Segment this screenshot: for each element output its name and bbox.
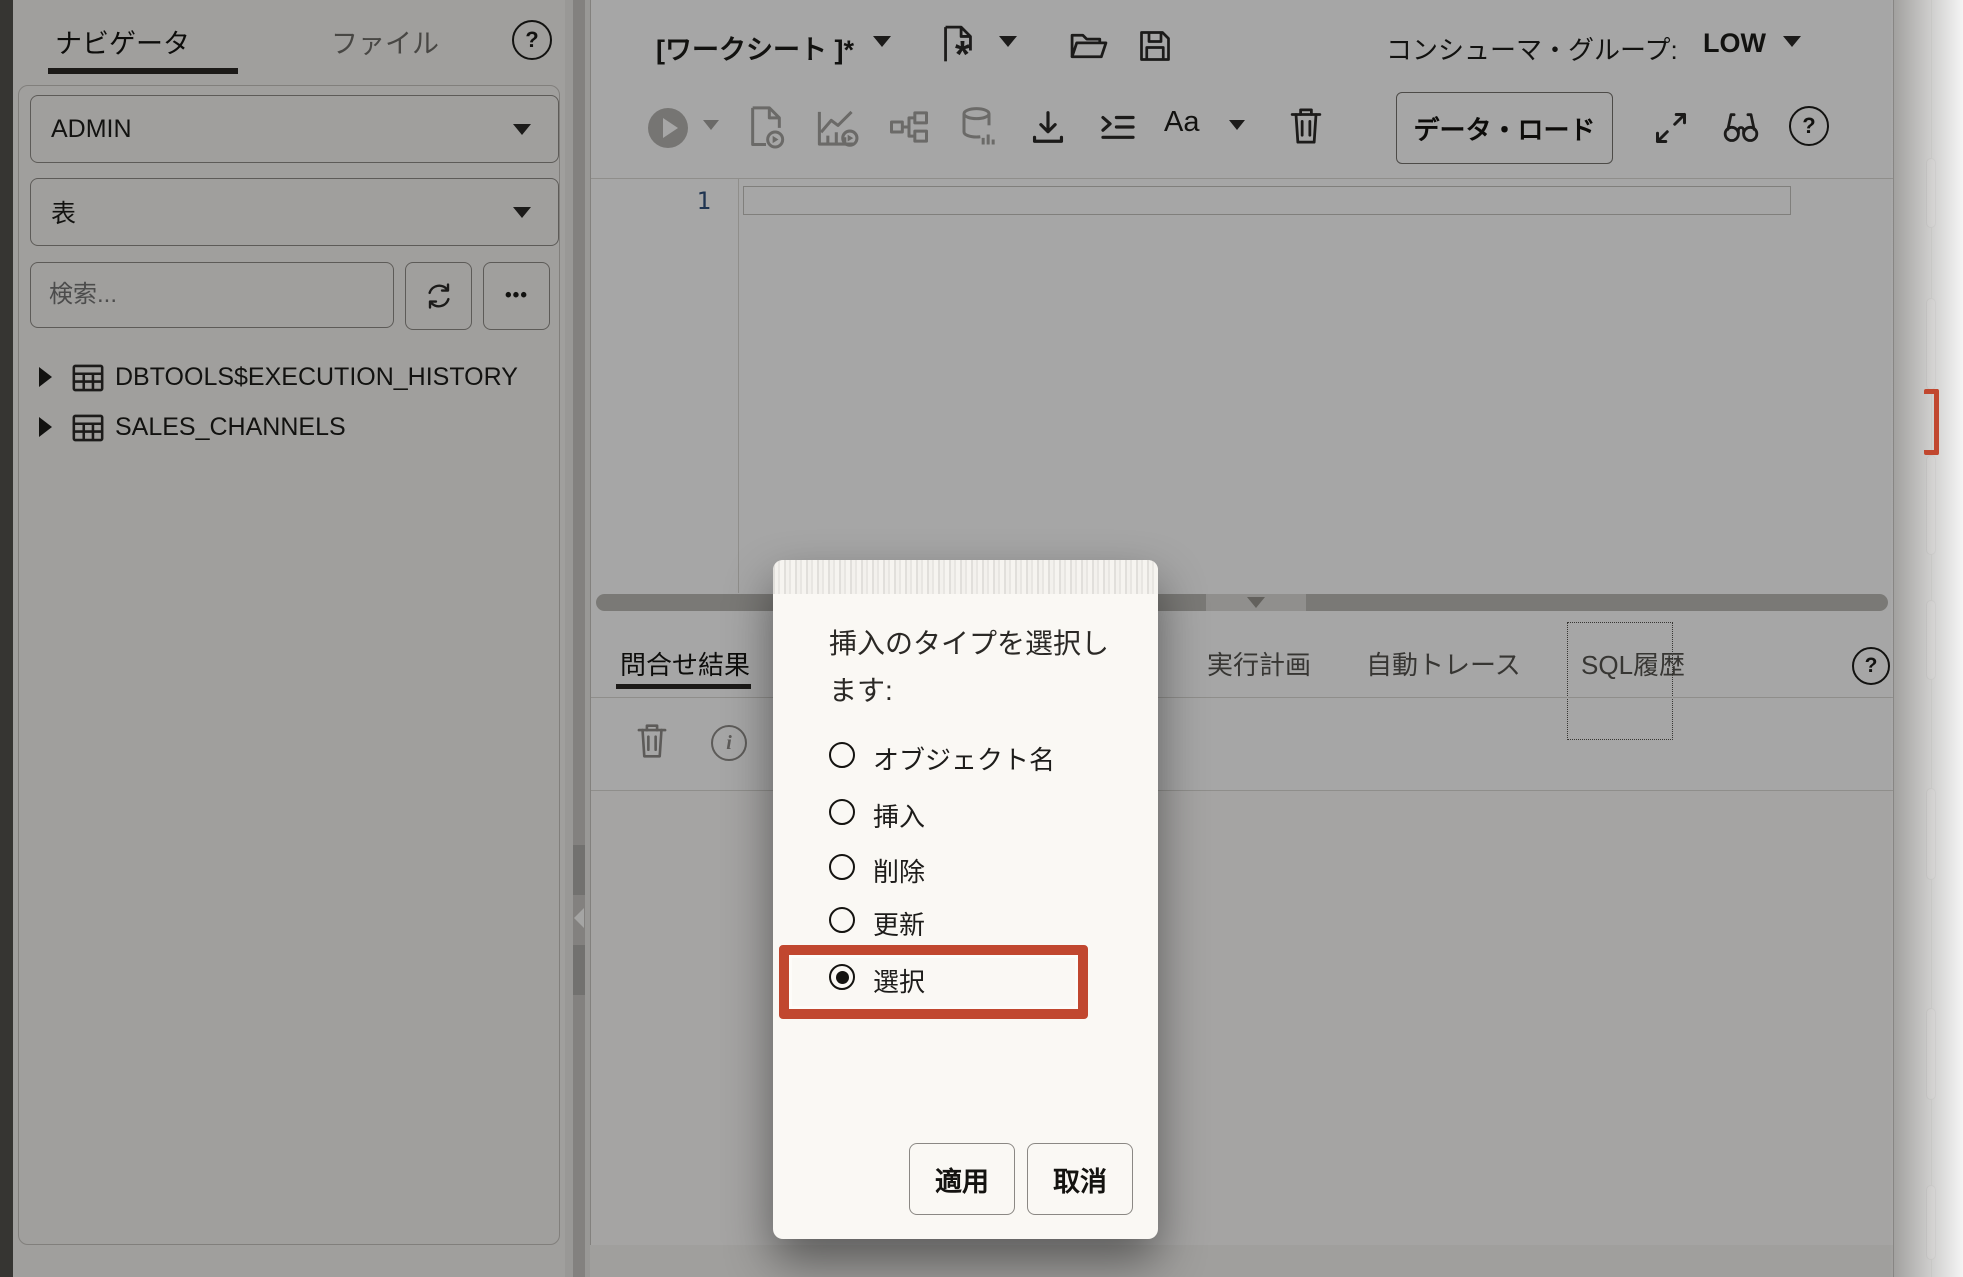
radio-label: 挿入 <box>873 797 925 834</box>
radio-icon[interactable] <box>829 799 855 825</box>
dialog-header-texture <box>773 560 1158 594</box>
radio-option-update[interactable]: 更新 <box>829 901 1129 941</box>
right-edge-highlight-fragment <box>1924 389 1939 455</box>
radio-icon[interactable] <box>829 854 855 880</box>
apply-button[interactable]: 適用 <box>909 1143 1015 1215</box>
radio-label: 削除 <box>873 852 925 889</box>
dialog-title: 挿入のタイプを選択します: <box>829 620 1124 714</box>
radio-option-insert[interactable]: 挿入 <box>829 793 1129 833</box>
radio-option-delete[interactable]: 削除 <box>829 848 1129 888</box>
insert-type-dialog: 挿入のタイプを選択します: オブジェクト名 挿入 削除 更新 選択 適用 取消 <box>773 560 1158 1239</box>
radio-option-object-name[interactable]: オブジェクト名 <box>829 736 1129 776</box>
radio-label: オブジェクト名 <box>873 740 1055 777</box>
selected-option-highlight <box>779 945 1088 1019</box>
radio-label: 更新 <box>873 905 925 942</box>
radio-icon[interactable] <box>829 907 855 933</box>
radio-icon[interactable] <box>829 742 855 768</box>
cancel-button[interactable]: 取消 <box>1027 1143 1133 1215</box>
right-edge-fade <box>1890 0 1963 1277</box>
